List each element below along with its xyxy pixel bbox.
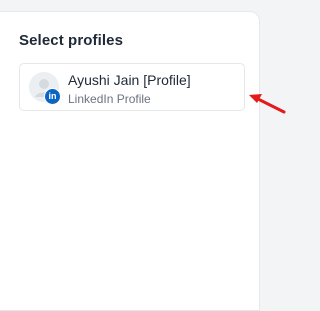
profile-card[interactable]: in Ayushi Jain [Profile] LinkedIn Profil… [19, 63, 245, 111]
profile-type: LinkedIn Profile [68, 92, 151, 106]
linkedin-icon: in [44, 88, 61, 105]
panel-title: Select profiles [19, 32, 124, 49]
select-profiles-panel: Select profiles in Ayushi Jain [Profile]… [0, 11, 260, 311]
avatar: in [29, 72, 61, 105]
profile-name: Ayushi Jain [Profile] [68, 72, 191, 88]
annotation-arrow-icon [249, 94, 286, 114]
